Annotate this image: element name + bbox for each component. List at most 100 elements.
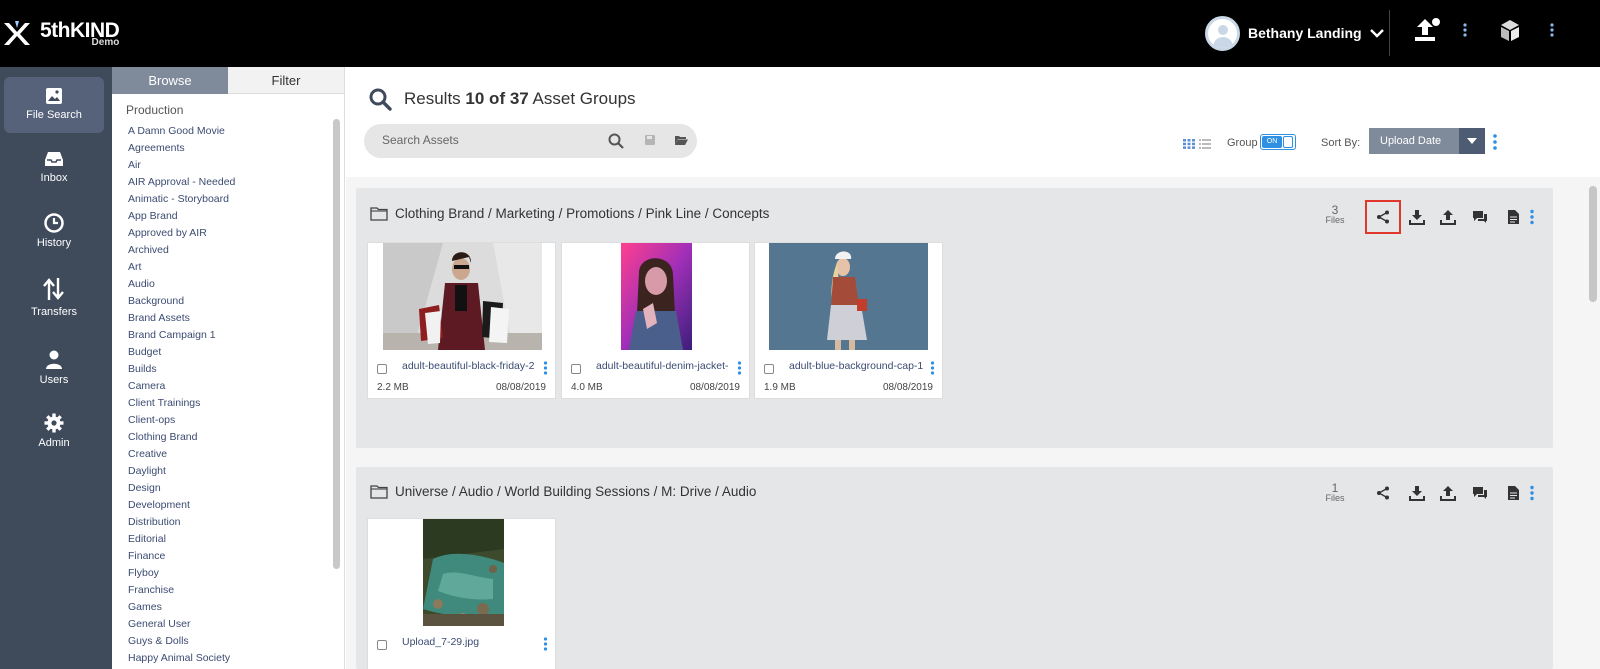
more-vertical-icon[interactable] xyxy=(1462,17,1468,45)
share-button[interactable] xyxy=(1365,200,1401,234)
share-icon xyxy=(1377,210,1389,224)
group-more-button[interactable] xyxy=(1522,476,1542,510)
more-vertical-icon[interactable] xyxy=(737,361,742,375)
download-button[interactable] xyxy=(1402,200,1432,234)
browse-item[interactable]: Audio xyxy=(128,276,338,293)
browse-item[interactable]: Games xyxy=(128,599,338,616)
asset-card[interactable]: adult-beautiful-denim-jacket- 4.0 MB 08/… xyxy=(561,242,750,399)
browse-item[interactable]: Air xyxy=(128,157,338,174)
list-view-icon[interactable] xyxy=(1199,139,1211,149)
nav-users[interactable]: Users xyxy=(4,340,104,396)
user-icon xyxy=(46,350,62,369)
upload-button[interactable] xyxy=(1433,476,1463,510)
browse-item[interactable]: Creative xyxy=(128,446,338,463)
more-vertical-icon[interactable] xyxy=(543,637,548,651)
browse-item[interactable]: Client Trainings xyxy=(128,395,338,412)
browse-item[interactable]: Agreements xyxy=(128,140,338,157)
browse-item[interactable]: Clothing Brand xyxy=(128,429,338,446)
group-title[interactable]: Clothing Brand / Marketing / Promotions … xyxy=(370,206,769,221)
tab-filter[interactable]: Filter xyxy=(228,67,344,94)
browse-item[interactable]: A Damn Good Movie xyxy=(128,123,338,140)
browse-item[interactable]: Brand Campaign 1 xyxy=(128,327,338,344)
browse-item[interactable]: Art xyxy=(128,259,338,276)
nav-admin[interactable]: Admin xyxy=(4,403,104,459)
results-header: Results 10 of 37 Asset Groups Search Ass… xyxy=(346,67,1600,177)
browse-item[interactable]: Builds xyxy=(128,361,338,378)
browse-item[interactable]: Archived xyxy=(128,242,338,259)
more-vertical-icon[interactable] xyxy=(1549,17,1555,45)
browse-item[interactable]: Brand Assets xyxy=(128,310,338,327)
group-toggle[interactable]: ON xyxy=(1260,134,1296,150)
asset-card[interactable]: Upload_7-29.jpg xyxy=(367,518,556,669)
browse-item[interactable]: Flyboy xyxy=(128,565,338,582)
comment-button[interactable] xyxy=(1465,200,1495,234)
boxes-icon[interactable] xyxy=(1497,17,1523,45)
share-button[interactable] xyxy=(1368,476,1398,510)
browse-item[interactable]: Guys & Dolls xyxy=(128,633,338,650)
grid-view-icon[interactable] xyxy=(1183,139,1197,149)
more-vertical-icon[interactable] xyxy=(930,361,935,375)
divider xyxy=(1389,10,1390,56)
browse-item[interactable]: Animatic - Storyboard xyxy=(128,191,338,208)
user-menu[interactable]: Bethany Landing xyxy=(1205,15,1384,51)
chevron-down-icon xyxy=(1369,29,1384,38)
browse-item[interactable]: Background xyxy=(128,293,338,310)
nav-transfers[interactable]: Transfers xyxy=(4,266,104,332)
asset-checkbox[interactable] xyxy=(571,364,581,374)
group-more-button[interactable] xyxy=(1522,200,1542,234)
asset-thumbnail[interactable] xyxy=(368,243,555,350)
browse-item[interactable]: Finance xyxy=(128,548,338,565)
download-button[interactable] xyxy=(1402,476,1432,510)
logo[interactable]: 5thKIND Demo xyxy=(0,14,120,54)
nav-history[interactable]: History xyxy=(4,203,104,259)
folder-open-icon[interactable] xyxy=(674,134,688,146)
main-scrollbar[interactable] xyxy=(1589,186,1597,302)
browse-item[interactable]: Design xyxy=(128,480,338,497)
asset-size: 4.0 MB xyxy=(571,382,603,393)
asset-checkbox[interactable] xyxy=(764,364,774,374)
browse-item[interactable]: Editorial xyxy=(128,531,338,548)
browse-item[interactable]: App Brand xyxy=(128,208,338,225)
save-icon[interactable] xyxy=(644,134,656,146)
asset-filename[interactable]: Upload_7-29.jpg xyxy=(402,636,539,648)
asset-thumbnail[interactable] xyxy=(368,519,555,626)
asset-thumbnail[interactable] xyxy=(755,243,942,350)
asset-card[interactable]: adult-blue-background-cap-1 1.9 MB 08/08… xyxy=(754,242,943,399)
browse-item[interactable]: Budget xyxy=(128,344,338,361)
asset-filename[interactable]: adult-blue-background-cap-1 xyxy=(789,360,926,372)
upload-icon[interactable] xyxy=(1412,17,1440,45)
upload-button[interactable] xyxy=(1433,200,1463,234)
browse-item[interactable]: Happy Animal Society xyxy=(128,650,338,667)
browse-item[interactable]: AIR Approval - Needed xyxy=(128,174,338,191)
browse-item[interactable]: General User xyxy=(128,616,338,633)
browse-item[interactable]: Approved by AIR xyxy=(128,225,338,242)
more-vertical-icon[interactable] xyxy=(543,361,548,375)
nav-file-search[interactable]: File Search xyxy=(4,77,104,133)
tab-browse[interactable]: Browse xyxy=(112,67,228,94)
asset-checkbox[interactable] xyxy=(377,364,387,374)
asset-date: 08/08/2019 xyxy=(882,382,933,393)
nav-inbox[interactable]: Inbox xyxy=(4,140,104,196)
asset-thumbnail[interactable] xyxy=(562,243,749,350)
browse-item[interactable]: Camera xyxy=(128,378,338,395)
view-controls: Group ON Sort By: Upload Date xyxy=(1180,128,1600,156)
asset-filename[interactable]: adult-beautiful-denim-jacket- xyxy=(596,360,733,372)
browse-item[interactable]: Distribution xyxy=(128,514,338,531)
sort-select[interactable]: Upload Date xyxy=(1369,128,1485,154)
asset-filename[interactable]: adult-beautiful-black-friday-2 xyxy=(402,360,539,372)
search-icon[interactable] xyxy=(608,133,624,149)
download-icon xyxy=(1409,210,1425,225)
more-vertical-icon[interactable] xyxy=(1492,132,1498,152)
search-bar xyxy=(364,124,697,158)
browse-scrollbar[interactable] xyxy=(333,119,340,569)
browse-item[interactable]: Franchise xyxy=(128,582,338,599)
browse-item[interactable]: Development xyxy=(128,497,338,514)
sort-dropdown-button[interactable] xyxy=(1459,128,1485,154)
browse-item[interactable]: Daylight xyxy=(128,463,338,480)
asset-checkbox[interactable] xyxy=(377,640,387,650)
group-title[interactable]: Universe / Audio / World Building Sessio… xyxy=(370,484,756,499)
asset-card[interactable]: adult-beautiful-black-friday-2 2.2 MB 08… xyxy=(367,242,556,399)
browse-item[interactable]: Client-ops xyxy=(128,412,338,429)
search-input[interactable] xyxy=(382,133,602,147)
comment-button[interactable] xyxy=(1465,476,1495,510)
